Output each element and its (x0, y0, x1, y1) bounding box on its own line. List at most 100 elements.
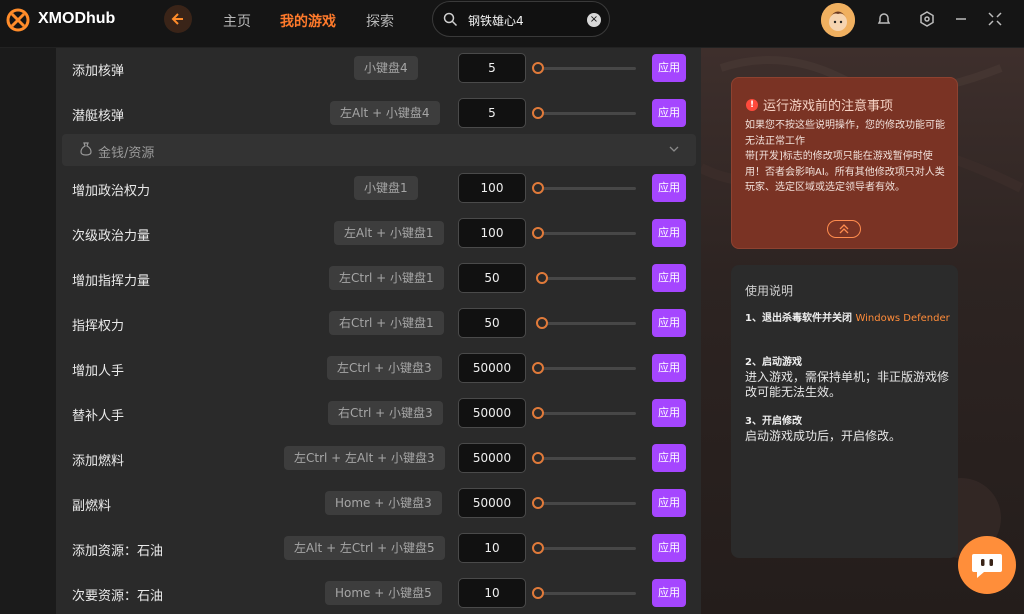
hotkey-badge[interactable]: 右Ctrl + 小键盘1 (329, 311, 444, 335)
hotkey-badge[interactable]: 左Alt + 左Ctrl + 小键盘5 (284, 536, 445, 560)
hotkey-badge[interactable]: 左Ctrl + 小键盘1 (329, 266, 444, 290)
value-input[interactable]: 5 (458, 98, 526, 128)
search-input[interactable]: 钢铁雄心4 (468, 12, 524, 29)
value-slider-track[interactable] (538, 367, 636, 370)
cheat-label: 次要资源：石油 (72, 589, 164, 604)
value-slider-track[interactable] (538, 112, 636, 115)
cheat-row: 次级政治力量 左Alt + 小键盘1 100 应用 (56, 213, 701, 258)
back-button[interactable] (164, 5, 192, 33)
cheat-row: 添加燃料 左Ctrl + 左Alt + 小键盘3 50000 应用 (56, 438, 701, 483)
apply-button[interactable]: 应用 (652, 534, 686, 562)
value-slider-thumb[interactable] (532, 182, 544, 194)
cheat-label: 添加核弹 (72, 64, 125, 79)
hotkey-badge[interactable]: Home + 小键盘5 (325, 581, 442, 605)
value-slider-track[interactable] (538, 322, 636, 325)
value-slider-track[interactable] (538, 502, 636, 505)
value-slider-thumb[interactable] (532, 407, 544, 419)
cheat-label: 增加政治权力 (72, 184, 151, 199)
value-slider-thumb[interactable] (532, 107, 544, 119)
search-box[interactable]: 钢铁雄心4 × (432, 1, 610, 37)
value-slider-thumb[interactable] (532, 227, 544, 239)
value-slider-track[interactable] (538, 232, 636, 235)
value-slider-track[interactable] (538, 412, 636, 415)
cheat-row: 添加资源：石油 左Alt + 左Ctrl + 小键盘5 10 应用 (56, 528, 701, 573)
cheat-row: 次要资源：石油 Home + 小键盘5 10 应用 (56, 573, 701, 614)
clear-search-icon[interactable]: × (587, 13, 601, 27)
apply-button[interactable]: 应用 (652, 219, 686, 247)
hotkey-badge[interactable]: 小键盘4 (354, 56, 418, 80)
cheat-row: 副燃料 Home + 小键盘3 50000 应用 (56, 483, 701, 528)
value-input[interactable]: 100 (458, 173, 526, 203)
value-input[interactable]: 10 (458, 578, 526, 608)
value-input[interactable]: 100 (458, 218, 526, 248)
nav-my-games[interactable]: 我的游戏 (280, 11, 336, 31)
avatar[interactable] (821, 3, 855, 37)
value-slider-track[interactable] (538, 457, 636, 460)
usage-step-2: 2、启动游戏 进入游戏，需保持单机；非正版游戏修改可能无法生效。 (745, 355, 950, 400)
nav-explore[interactable]: 探索 (366, 11, 394, 31)
value-slider-track[interactable] (538, 67, 636, 70)
apply-button[interactable]: 应用 (652, 489, 686, 517)
value-input[interactable]: 10 (458, 533, 526, 563)
value-input[interactable]: 50000 (458, 398, 526, 428)
cheat-label: 次级政治力量 (72, 229, 151, 244)
value-input[interactable]: 50000 (458, 488, 526, 518)
nav-home[interactable]: 主页 (223, 11, 251, 31)
value-input[interactable]: 5 (458, 53, 526, 83)
collapse-notice-button[interactable] (827, 220, 861, 238)
section-header-money-resources[interactable]: 金钱/资源 (62, 134, 696, 166)
apply-button[interactable]: 应用 (652, 309, 686, 337)
value-slider-track[interactable] (538, 547, 636, 550)
apply-button[interactable]: 应用 (652, 399, 686, 427)
apply-button[interactable]: 应用 (652, 579, 686, 607)
hotkey-badge[interactable]: 左Alt + 小键盘4 (330, 101, 440, 125)
apply-button[interactable]: 应用 (652, 444, 686, 472)
value-slider-thumb[interactable] (532, 362, 544, 374)
value-slider-thumb[interactable] (532, 497, 544, 509)
notification-icon[interactable] (876, 11, 892, 27)
value-slider-thumb[interactable] (532, 62, 544, 74)
minimize-icon[interactable] (953, 11, 969, 27)
chevron-down-icon (669, 146, 679, 152)
apply-button[interactable]: 应用 (652, 354, 686, 382)
value-slider-track[interactable] (538, 592, 636, 595)
value-slider-thumb[interactable] (536, 272, 548, 284)
settings-icon[interactable] (919, 11, 935, 27)
step-1-title: 1、退出杀毒软件并关闭 (745, 313, 852, 324)
cheat-label: 指挥权力 (72, 319, 125, 334)
arrow-left-icon (171, 13, 183, 25)
chat-support-button[interactable] (958, 536, 1016, 594)
hotkey-badge[interactable]: 小键盘1 (354, 176, 418, 200)
cheat-row: 增加政治权力 小键盘1 100 应用 (56, 168, 701, 213)
cheat-row: 指挥权力 右Ctrl + 小键盘1 50 应用 (56, 303, 701, 348)
value-slider-thumb[interactable] (532, 587, 544, 599)
cheat-label: 潜艇核弹 (72, 109, 125, 124)
apply-button[interactable]: 应用 (652, 174, 686, 202)
hotkey-badge[interactable]: 左Ctrl + 左Alt + 小键盘3 (284, 446, 445, 470)
value-input[interactable]: 50 (458, 308, 526, 338)
value-slider-thumb[interactable] (532, 542, 544, 554)
collapse-window-icon[interactable] (987, 11, 1003, 27)
value-input[interactable]: 50 (458, 263, 526, 293)
warning-icon: ! (746, 98, 758, 111)
value-slider-thumb[interactable] (532, 452, 544, 464)
apply-button[interactable]: 应用 (652, 54, 686, 82)
value-input[interactable]: 50000 (458, 353, 526, 383)
value-slider-track[interactable] (538, 187, 636, 190)
value-input[interactable]: 50000 (458, 443, 526, 473)
cheat-label: 增加指挥力量 (72, 274, 151, 289)
value-slider-track[interactable] (538, 277, 636, 280)
hotkey-badge[interactable]: 右Ctrl + 小键盘3 (328, 401, 443, 425)
hotkey-badge[interactable]: 左Alt + 小键盘1 (334, 221, 444, 245)
apply-button[interactable]: 应用 (652, 264, 686, 292)
value-slider-thumb[interactable] (536, 317, 548, 329)
hotkey-badge[interactable]: Home + 小键盘3 (325, 491, 442, 515)
apply-button[interactable]: 应用 (652, 99, 686, 127)
usage-instructions-card: 使用说明 1、退出杀毒软件并关闭 Windows Defender 2、启动游戏… (731, 265, 958, 558)
usage-step-3: 3、开启修改 启动游戏成功后，开启修改。 (745, 414, 950, 444)
cheat-label: 副燃料 (72, 499, 112, 514)
hotkey-badge[interactable]: 左Ctrl + 小键盘3 (327, 356, 442, 380)
cheat-list-panel: 添加核弹 小键盘4 5 应用 潜艇核弹 左Alt + 小键盘4 5 应用 金钱/… (56, 48, 701, 614)
avatar-image (821, 3, 855, 37)
money-bag-icon (80, 142, 92, 156)
